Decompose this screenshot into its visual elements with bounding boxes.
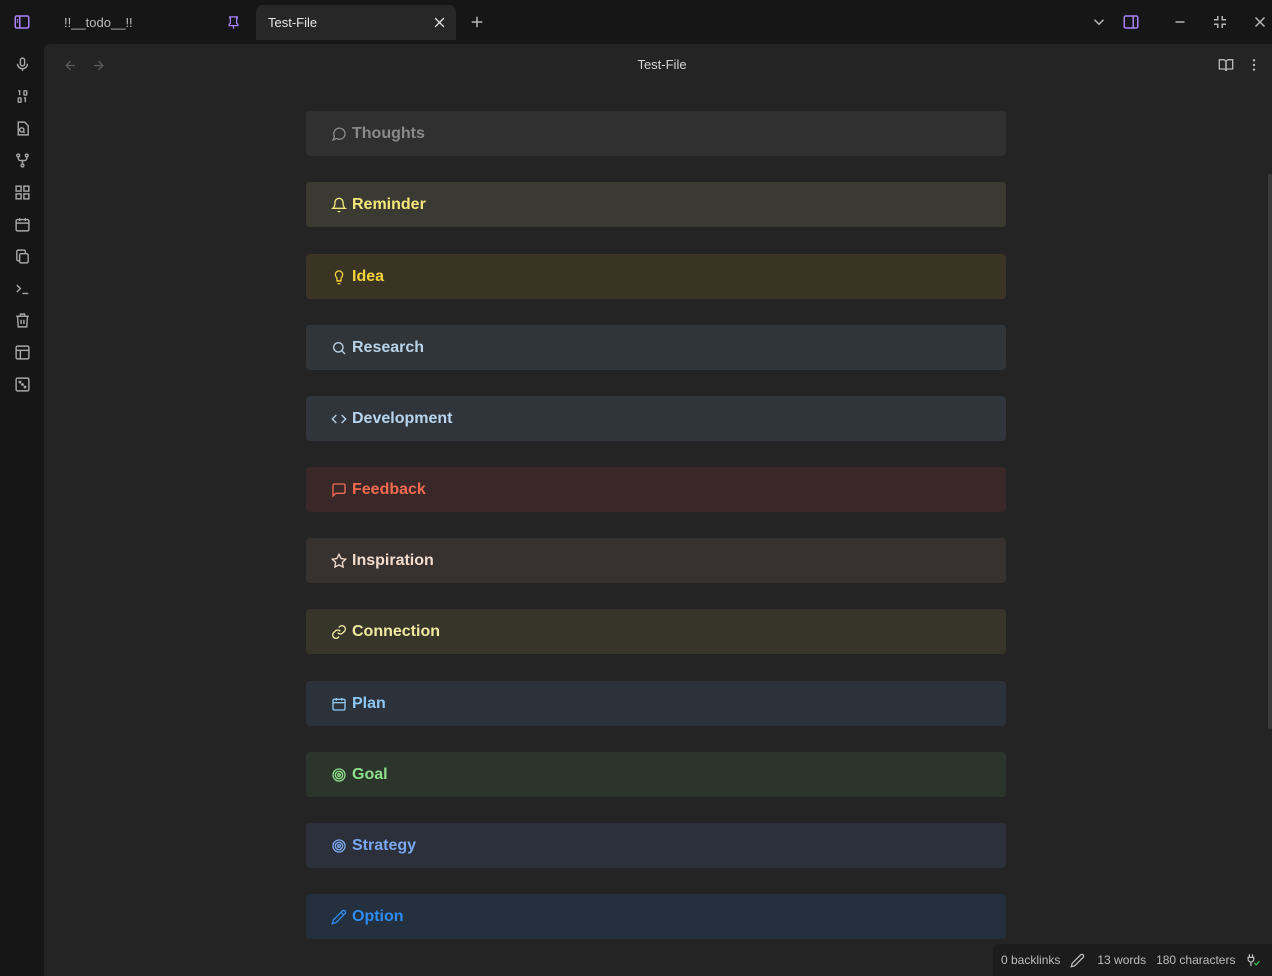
reading-view-icon[interactable] [1214, 53, 1238, 77]
more-options-icon[interactable] [1242, 53, 1266, 77]
pin-icon[interactable] [222, 12, 244, 34]
tab-test-file[interactable]: Test-File [256, 5, 456, 40]
character-count: 180 characters [1156, 953, 1236, 967]
scrollbar[interactable] [1268, 174, 1272, 729]
minimize-icon[interactable] [1166, 8, 1194, 36]
restore-icon[interactable] [1206, 8, 1234, 36]
code-icon [330, 410, 348, 428]
view-header: Test-File [44, 44, 1272, 86]
layout-template-icon[interactable] [10, 340, 34, 364]
dice-icon[interactable] [10, 372, 34, 396]
callout-idea[interactable]: Idea [306, 254, 1006, 299]
binary-icon[interactable] [10, 84, 34, 108]
callout-feedback[interactable]: Feedback [306, 467, 1006, 512]
backlinks-count[interactable]: 0 backlinks [1001, 953, 1060, 967]
callout-thoughts[interactable]: Thoughts [306, 111, 1006, 156]
callout-reminder[interactable]: Reminder [306, 182, 1006, 227]
obsidian-window: !!__todo__!! Test-File Test-File Thought… [0, 0, 1272, 976]
callout-research[interactable]: Research [306, 325, 1006, 370]
callout-title: Reminder [352, 195, 426, 213]
message-circle-icon [330, 125, 348, 143]
callout-title: Research [352, 338, 425, 356]
target-icon [330, 766, 348, 784]
callout-title: Connection [352, 622, 440, 640]
right-sidebar-toggle-icon[interactable] [1117, 8, 1145, 36]
callout-plan[interactable]: Plan [306, 681, 1006, 726]
pencil-icon [330, 908, 348, 926]
sidebar-toggle-icon[interactable] [8, 8, 36, 36]
chevron-down-icon[interactable] [1085, 8, 1113, 36]
message-square-icon [330, 481, 348, 499]
close-tab-icon[interactable] [428, 12, 450, 34]
target-icon [330, 837, 348, 855]
file-search-icon[interactable] [10, 116, 34, 140]
bell-icon [330, 196, 348, 214]
callout-title: Feedback [352, 480, 426, 498]
editor-pane: Test-File Thoughts Reminder Idea Researc… [44, 44, 1272, 976]
tab-bar: !!__todo__!! Test-File [0, 0, 1272, 44]
callout-title: Goal [352, 765, 388, 783]
link-icon [330, 623, 348, 641]
pencil-icon[interactable] [1070, 953, 1085, 968]
tab-todo[interactable]: !!__todo__!! [52, 5, 250, 40]
callout-strategy[interactable]: Strategy [306, 823, 1006, 868]
left-ribbon [0, 44, 44, 976]
callout-option[interactable]: Option [306, 894, 1006, 939]
copy-icon[interactable] [10, 244, 34, 268]
search-icon [330, 339, 348, 357]
callout-goal[interactable]: Goal [306, 752, 1006, 797]
callout-title: Idea [352, 267, 385, 285]
terminal-icon[interactable] [10, 276, 34, 300]
tab-label: Test-File [268, 15, 318, 30]
callout-title: Thoughts [352, 124, 425, 142]
lightbulb-icon [330, 268, 348, 286]
calendar-icon[interactable] [10, 212, 34, 236]
callout-title: Strategy [352, 836, 417, 854]
microphone-icon[interactable] [10, 52, 34, 76]
sync-status-icon[interactable] [1245, 953, 1261, 968]
calendar-icon [330, 695, 348, 713]
view-title[interactable]: Test-File [44, 57, 1272, 72]
new-tab-icon[interactable] [463, 8, 491, 36]
star-icon [330, 552, 348, 570]
callout-title: Plan [352, 694, 386, 712]
callout-title: Inspiration [352, 551, 434, 569]
close-window-icon[interactable] [1246, 8, 1272, 36]
layout-grid-icon[interactable] [10, 180, 34, 204]
trash-icon[interactable] [10, 308, 34, 332]
callout-title: Option [352, 907, 404, 925]
word-count: 13 words [1097, 953, 1147, 967]
callout-development[interactable]: Development [306, 396, 1006, 441]
git-fork-icon[interactable] [10, 148, 34, 172]
callout-title: Development [352, 409, 453, 427]
callout-inspiration[interactable]: Inspiration [306, 538, 1006, 583]
tab-label: !!__todo__!! [64, 15, 133, 30]
callout-connection[interactable]: Connection [306, 609, 1006, 654]
status-bar: 0 backlinks 13 words 180 characters [993, 944, 1272, 976]
